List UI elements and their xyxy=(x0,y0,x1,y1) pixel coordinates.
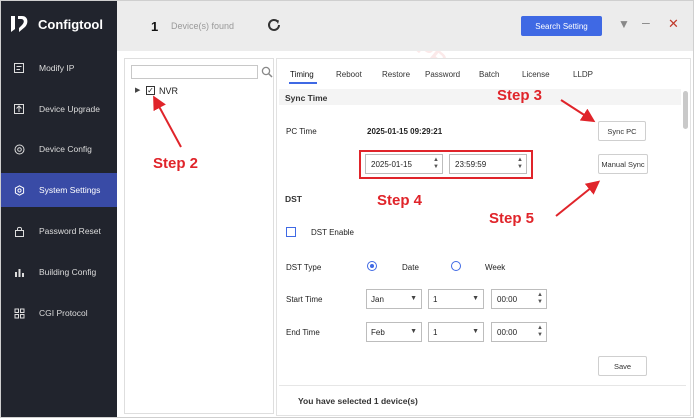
step-5-annotation: Step 5 xyxy=(489,210,535,227)
step-3-annotation: Step 3 xyxy=(497,87,543,104)
step-4-annotation: Step 4 xyxy=(377,192,423,209)
annotation-arrows xyxy=(153,95,601,217)
step-2-annotation: Step 2 xyxy=(153,155,199,172)
